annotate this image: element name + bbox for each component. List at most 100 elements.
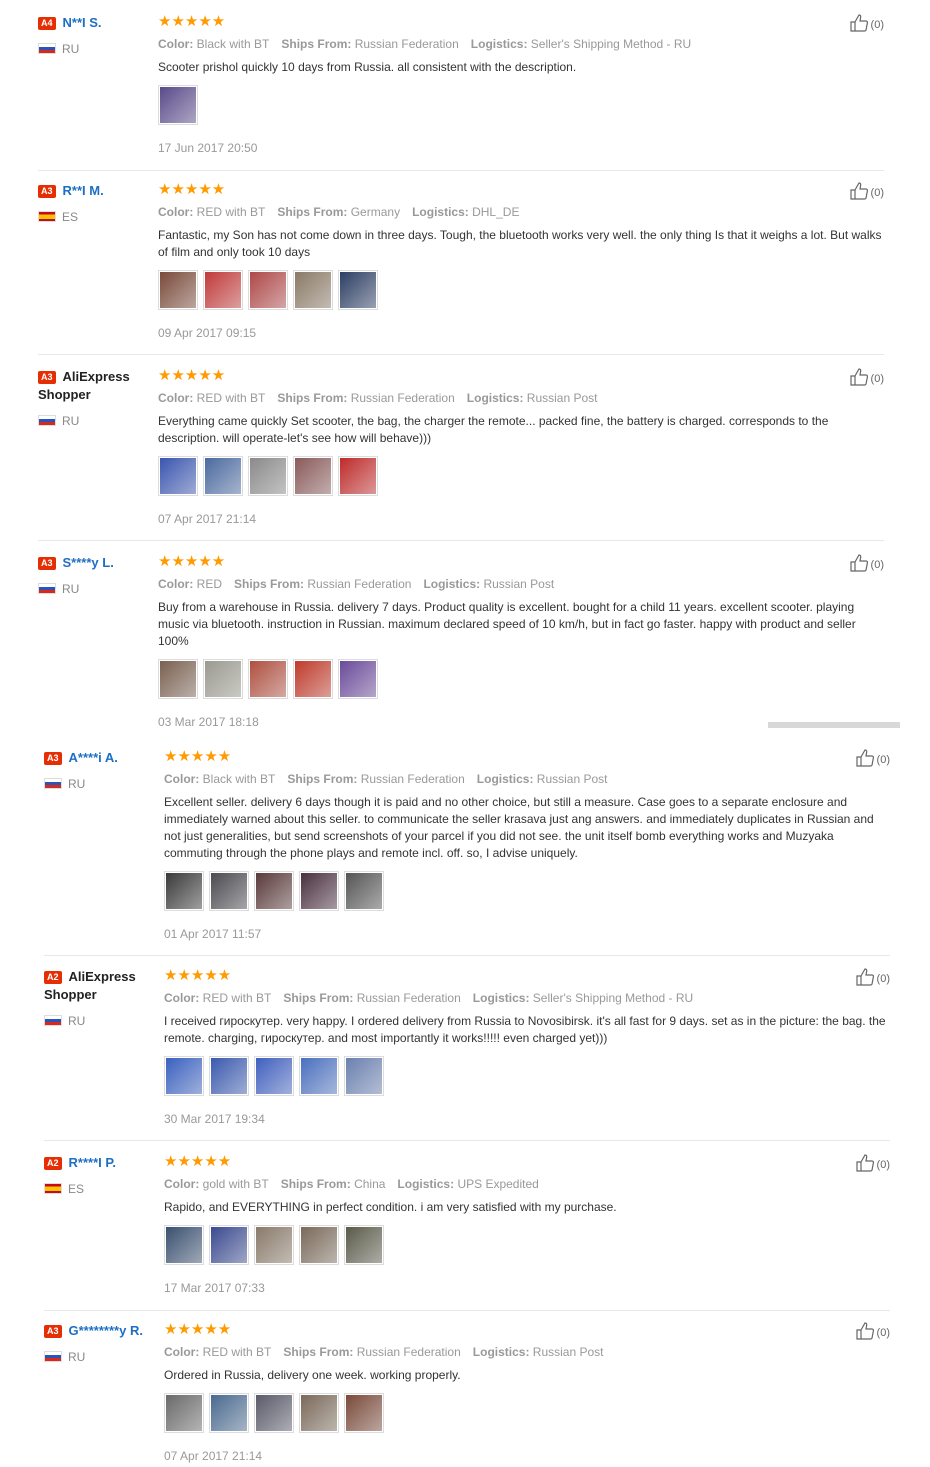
- review-photo-thumbnail[interactable]: [299, 1225, 339, 1265]
- review-photo-thumbnail[interactable]: [338, 659, 378, 699]
- review-photo-thumbnail[interactable]: [254, 1393, 294, 1433]
- thumbs-up-icon: [855, 749, 877, 767]
- attr-logistics: DHL_DE: [472, 205, 520, 219]
- thumbs-up-icon: [855, 1154, 877, 1172]
- review-photo-thumbnail[interactable]: [158, 456, 198, 496]
- thumbs-up-icon: [855, 968, 877, 986]
- horizontal-scrollbar[interactable]: [768, 722, 900, 728]
- helpful-button[interactable]: (0): [855, 1154, 890, 1173]
- review-list: A4 N**I S. RU ★★★★★ Color: Black with BT S…: [0, 0, 930, 1467]
- order-attributes: Color: RED with BT Ships From: Germany Log…: [158, 205, 520, 219]
- reviewer-name: G********y R.: [68, 1323, 143, 1338]
- review-photo-thumbnail[interactable]: [344, 1056, 384, 1096]
- attr-color: Black with BT: [196, 37, 270, 51]
- thumbs-up-icon: [849, 182, 871, 200]
- buyer-level-badge: A3: [44, 752, 62, 765]
- attr-ships-from: China: [354, 1177, 386, 1191]
- reviewer-info: A4 N**I S. RU: [38, 14, 150, 56]
- buyer-level-badge: A2: [44, 1157, 62, 1170]
- review-photo-thumbnail[interactable]: [158, 85, 198, 125]
- review-photo-thumbnail[interactable]: [164, 1225, 204, 1265]
- review-photo-thumbnail[interactable]: [338, 456, 378, 496]
- review-photo-thumbnail[interactable]: [158, 270, 198, 310]
- helpful-button[interactable]: (0): [855, 1322, 890, 1341]
- attr-color: RED with BT: [196, 391, 266, 405]
- country-flag-icon: [44, 1015, 62, 1026]
- review-photo-thumbnail[interactable]: [158, 659, 198, 699]
- review-photo-thumbnail[interactable]: [209, 1225, 249, 1265]
- review-photo-thumbnail[interactable]: [299, 871, 339, 911]
- helpful-button[interactable]: (0): [855, 968, 890, 987]
- review-photo-thumbnail[interactable]: [299, 1393, 339, 1433]
- buyer-level-badge: A4: [38, 17, 56, 30]
- review-date: 07 Apr 2017 21:14: [158, 512, 257, 526]
- review-photo-thumbnail[interactable]: [293, 270, 333, 310]
- review-photo-thumbnail[interactable]: [344, 871, 384, 911]
- review-text: Scooter prishol quickly 10 days from Rus…: [158, 60, 577, 74]
- review-photo-thumbnail[interactable]: [203, 659, 243, 699]
- review-photo-thumbnail[interactable]: [203, 456, 243, 496]
- attr-ships-from: Russian Federation: [307, 577, 412, 591]
- review-date: 17 Jun 2017 20:50: [158, 141, 258, 155]
- attr-color: RED with BT: [196, 205, 266, 219]
- helpful-button[interactable]: (0): [855, 749, 890, 768]
- helpful-count: (0): [876, 1159, 890, 1171]
- review-photo-thumbnail[interactable]: [254, 1225, 294, 1265]
- review-photo-thumbnail[interactable]: [344, 1393, 384, 1433]
- helpful-count: (0): [876, 973, 890, 985]
- review-photo-thumbnail[interactable]: [254, 1056, 294, 1096]
- review-photo-thumbnail[interactable]: [254, 871, 294, 911]
- order-attributes: Color: RED with BT Ships From: Russian Fe…: [164, 1345, 604, 1359]
- review-photos: [158, 659, 884, 699]
- helpful-button[interactable]: (0): [849, 14, 884, 33]
- reviewer-country: RU: [62, 582, 80, 596]
- country-flag-icon: [38, 43, 56, 54]
- reviewer-country: RU: [68, 1350, 86, 1364]
- attr-logistics: Russian Post: [483, 577, 555, 591]
- thumbs-up-icon: [849, 368, 871, 386]
- review-photo-thumbnail[interactable]: [209, 871, 249, 911]
- attr-ships-from: Russian Federation: [360, 772, 465, 786]
- review-photo-thumbnail[interactable]: [164, 1393, 204, 1433]
- review-photos: [164, 871, 890, 911]
- rating-stars: ★★★★★: [164, 967, 232, 984]
- reviewer-info: A2 R****I P. ES: [44, 1154, 156, 1196]
- helpful-button[interactable]: (0): [849, 182, 884, 201]
- review-photo-thumbnail[interactable]: [338, 270, 378, 310]
- reviewer-country: RU: [68, 777, 86, 791]
- helpful-count: (0): [870, 373, 884, 385]
- review-item: A3 G********y R. RU ★★★★★ Color: RED with…: [44, 1322, 890, 1467]
- reviewer-info: A2 AliExpress Shopper RU: [44, 968, 156, 1028]
- review-photo-thumbnail[interactable]: [248, 659, 288, 699]
- helpful-button[interactable]: (0): [849, 554, 884, 573]
- review-item: A2 AliExpress Shopper RU ★★★★★ Color: RED…: [44, 968, 890, 1141]
- attr-ships-from: Russian Federation: [356, 991, 461, 1005]
- buyer-level-badge: A3: [38, 557, 56, 570]
- review-photo-thumbnail[interactable]: [344, 1225, 384, 1265]
- rating-stars: ★★★★★: [164, 748, 232, 765]
- attr-color: RED with BT: [202, 1345, 272, 1359]
- thumbs-up-icon: [849, 14, 871, 32]
- order-attributes: Color: RED Ships From: Russian Federation…: [158, 577, 555, 591]
- country-flag-icon: [38, 415, 56, 426]
- attr-logistics: Seller's Shipping Method - RU: [532, 991, 694, 1005]
- review-photos: [164, 1056, 890, 1096]
- reviewer-country: RU: [68, 1014, 86, 1028]
- review-photo-thumbnail[interactable]: [248, 270, 288, 310]
- reviewer-country: ES: [68, 1182, 85, 1196]
- attr-ships-from: Russian Federation: [354, 37, 459, 51]
- review-photo-thumbnail[interactable]: [164, 871, 204, 911]
- review-photo-thumbnail[interactable]: [203, 270, 243, 310]
- review-photo-thumbnail[interactable]: [293, 456, 333, 496]
- review-photo-thumbnail[interactable]: [209, 1393, 249, 1433]
- review-photo-thumbnail[interactable]: [299, 1056, 339, 1096]
- reviewer-country: RU: [62, 42, 80, 56]
- review-photo-thumbnail[interactable]: [209, 1056, 249, 1096]
- attr-logistics: UPS Expedited: [457, 1177, 539, 1191]
- review-photo-thumbnail[interactable]: [164, 1056, 204, 1096]
- attr-logistics: Russian Post: [526, 391, 598, 405]
- review-photo-thumbnail[interactable]: [248, 456, 288, 496]
- review-photo-thumbnail[interactable]: [293, 659, 333, 699]
- helpful-button[interactable]: (0): [849, 368, 884, 387]
- attr-ships-from: Germany: [350, 205, 401, 219]
